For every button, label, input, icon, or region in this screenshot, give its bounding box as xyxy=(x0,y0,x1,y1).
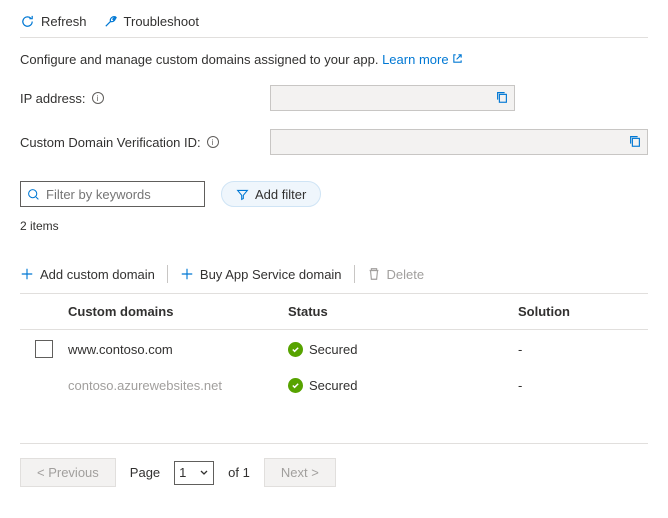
status-ok-icon xyxy=(288,378,303,393)
refresh-button[interactable]: Refresh xyxy=(20,14,87,29)
divider xyxy=(354,265,355,283)
col-check-header xyxy=(20,304,68,319)
top-toolbar: Refresh Troubleshoot xyxy=(20,10,648,38)
trash-icon xyxy=(367,267,381,281)
troubleshoot-icon xyxy=(103,14,118,29)
learn-more-label: Learn more xyxy=(382,52,448,67)
row-domain: contoso.azurewebsites.net xyxy=(68,378,288,393)
action-bar: Add custom domain Buy App Service domain… xyxy=(20,247,648,294)
copy-verification-button[interactable] xyxy=(625,132,645,152)
next-page-button: Next > xyxy=(264,458,336,487)
verification-id-input[interactable] xyxy=(270,129,648,155)
delete-button: Delete xyxy=(367,267,425,282)
filter-row: Add filter xyxy=(20,181,648,207)
search-icon xyxy=(27,188,40,201)
col-domain-header: Custom domains xyxy=(68,304,288,319)
buy-domain-button[interactable]: Buy App Service domain xyxy=(180,267,342,282)
external-link-icon xyxy=(452,53,463,64)
page-select[interactable]: 1 xyxy=(174,461,214,485)
ip-address-label-text: IP address: xyxy=(20,91,86,106)
plus-icon xyxy=(180,267,194,281)
page-label: Page xyxy=(130,465,160,480)
row-checkbox[interactable] xyxy=(35,340,53,358)
intro-description: Configure and manage custom domains assi… xyxy=(20,52,378,67)
refresh-icon xyxy=(20,14,35,29)
add-custom-domain-button[interactable]: Add custom domain xyxy=(20,267,155,282)
current-page: 1 xyxy=(179,465,186,480)
ip-address-label: IP address: i xyxy=(20,91,270,106)
row-solution: - xyxy=(518,378,648,393)
status-ok-icon xyxy=(288,342,303,357)
copy-icon xyxy=(628,134,642,148)
info-icon[interactable]: i xyxy=(92,92,104,104)
verification-id-label: Custom Domain Verification ID: i xyxy=(20,135,270,150)
search-box[interactable] xyxy=(20,181,205,207)
ip-address-input[interactable] xyxy=(270,85,515,111)
add-filter-button[interactable]: Add filter xyxy=(221,181,321,207)
items-count: 2 items xyxy=(20,219,648,233)
col-solution-header: Solution xyxy=(518,304,648,319)
row-status-label: Secured xyxy=(309,378,357,393)
refresh-label: Refresh xyxy=(41,14,87,29)
troubleshoot-label: Troubleshoot xyxy=(124,14,199,29)
row-status-label: Secured xyxy=(309,342,357,357)
learn-more-link[interactable]: Learn more xyxy=(382,52,463,67)
divider xyxy=(167,265,168,283)
row-check-cell xyxy=(20,340,68,358)
table-row: contoso.azurewebsites.net Secured - xyxy=(20,368,648,403)
ip-address-row: IP address: i xyxy=(20,85,648,111)
copy-icon xyxy=(495,90,509,104)
plus-icon xyxy=(20,267,34,281)
search-input[interactable] xyxy=(46,187,198,202)
col-status-header: Status xyxy=(288,304,518,319)
page-total: of 1 xyxy=(228,465,250,480)
buy-domain-label: Buy App Service domain xyxy=(200,267,342,282)
verification-id-row: Custom Domain Verification ID: i xyxy=(20,129,648,155)
add-filter-label: Add filter xyxy=(255,187,306,202)
row-status: Secured xyxy=(288,378,518,393)
row-status: Secured xyxy=(288,342,518,357)
chevron-down-icon xyxy=(199,468,209,478)
info-icon[interactable]: i xyxy=(207,136,219,148)
add-custom-domain-label: Add custom domain xyxy=(40,267,155,282)
row-solution: - xyxy=(518,342,648,357)
troubleshoot-button[interactable]: Troubleshoot xyxy=(103,14,199,29)
row-domain[interactable]: www.contoso.com xyxy=(68,342,288,357)
delete-label: Delete xyxy=(387,267,425,282)
pagination: < Previous Page 1 of 1 Next > xyxy=(20,443,648,487)
table-row: www.contoso.com Secured - xyxy=(20,330,648,368)
table-header: Custom domains Status Solution xyxy=(20,294,648,330)
previous-page-button: < Previous xyxy=(20,458,116,487)
ip-address-input-wrap xyxy=(270,85,515,111)
verification-id-label-text: Custom Domain Verification ID: xyxy=(20,135,201,150)
filter-icon xyxy=(236,188,249,201)
intro-text: Configure and manage custom domains assi… xyxy=(20,52,648,67)
copy-ip-button[interactable] xyxy=(492,88,512,108)
verification-id-input-wrap xyxy=(270,129,648,155)
